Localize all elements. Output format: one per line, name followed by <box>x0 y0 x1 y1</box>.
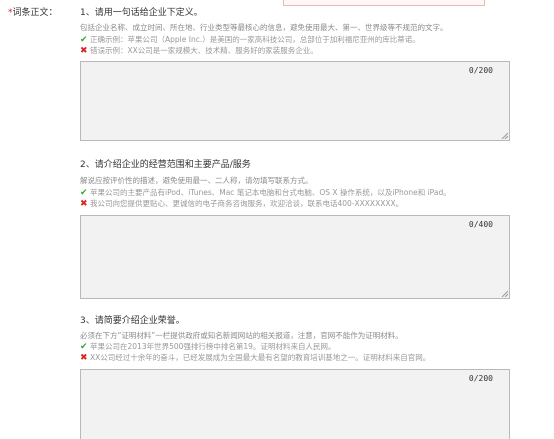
cross-icon: ✖ <box>80 46 88 56</box>
field-label: *词条正文： <box>8 5 58 18</box>
bad-example: ✖ 我公司向您提供更贴心、更诚信的电子商务咨询服务，欢迎洽谈，联系电话400-XX… <box>80 198 403 209</box>
check-icon: ✔ <box>80 188 88 198</box>
question-title: 2、请介绍企业的经营范围和主要产品/服务 <box>80 160 251 170</box>
check-icon: ✔ <box>80 342 88 352</box>
bad-example: ✖ XX公司经过十余年的奋斗，已经发展成为全国最大最有名望的教育培训基地之一。证明… <box>80 352 430 363</box>
char-counter: 0/200 <box>468 374 493 383</box>
good-example: ✔ 苹果公司在2013年世界500强排行榜中排名第19。证明材料来自人民网。 <box>80 341 335 352</box>
check-icon: ✔ <box>80 35 88 45</box>
question-title: 3、请简要介绍企业荣誉。 <box>80 316 185 326</box>
good-example: ✔ 苹果公司的主要产品有iPod、iTunes、Mac 笔记本电脑和台式电脑、OS… <box>80 187 451 198</box>
definition-textarea[interactable]: 0/200 <box>80 61 510 141</box>
cross-icon: ✖ <box>80 353 88 363</box>
hint-text: 包括企业名称、成立时间、所在地、行业类型等最核心的信息，避免使用最大、第一、世界… <box>80 23 448 32</box>
hint-text: 解说应按评价性的描述，避免使用最一、二人称，请勿填写联系方式。 <box>80 176 313 185</box>
resize-handle-icon[interactable] <box>501 290 508 297</box>
char-counter: 0/200 <box>468 66 493 75</box>
bad-example-text: XX公司经过十余年的奋斗，已经发展成为全国最大最有名望的教育培训基地之一。证明材… <box>90 353 431 362</box>
bad-example-text: 我公司向您提供更贴心、更诚信的电子商务咨询服务，欢迎洽谈，联系电话400-XXX… <box>90 199 404 208</box>
resize-handle-icon[interactable] <box>501 132 508 139</box>
good-example-text: 苹果公司在2013年世界500强排行榜中排名第19。证明材料来自人民网。 <box>90 342 336 351</box>
hint-text: 必须在下方“证明材料”一栏提供政府或知名新闻网站的相关报道，注意，官网不能作为证… <box>80 331 403 340</box>
char-counter: 0/400 <box>468 220 493 229</box>
honors-textarea[interactable]: 0/200 <box>80 369 510 439</box>
good-example-text: 苹果公司的主要产品有iPod、iTunes、Mac 笔记本电脑和台式电脑、OS … <box>90 188 451 197</box>
good-example: ✔ 正确示例：苹果公司（Apple Inc.）是美国的一家高科技公司，总部位于加利… <box>80 34 420 45</box>
field-label-text: 词条正文： <box>12 8 58 18</box>
business-scope-textarea[interactable]: 0/400 <box>80 215 510 299</box>
bad-example: ✖ 错误示例：XX公司是一家规模大、技术精、服务好的家装服务企业。 <box>80 45 318 56</box>
bad-example-text: 错误示例：XX公司是一家规模大、技术精、服务好的家装服务企业。 <box>90 46 318 55</box>
question-title: 1、请用一句话给企业下定义。 <box>80 8 203 18</box>
good-example-text: 正确示例：苹果公司（Apple Inc.）是美国的一家高科技公司，总部位于加利福… <box>90 35 420 44</box>
cross-icon: ✖ <box>80 199 88 209</box>
previous-field-box <box>283 0 485 6</box>
